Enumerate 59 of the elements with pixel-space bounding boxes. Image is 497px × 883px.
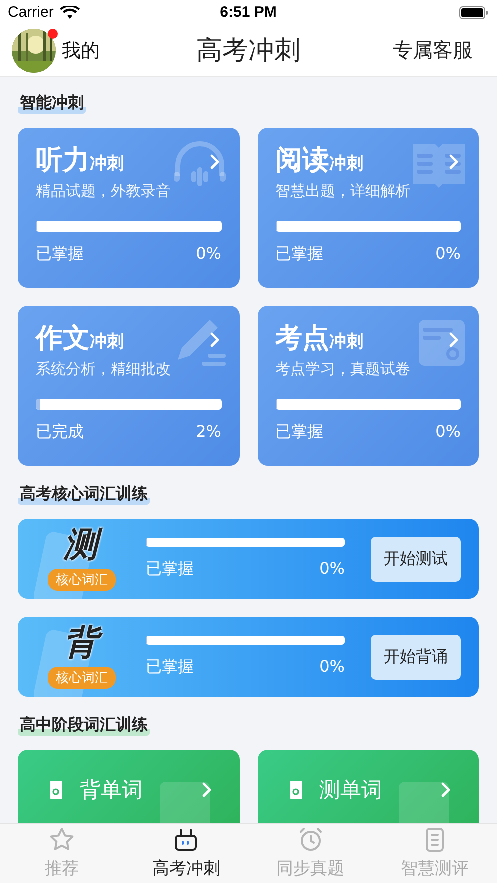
- book-icon: [288, 780, 304, 800]
- chevron-right-icon: [210, 332, 220, 348]
- emblem-character: 测: [62, 523, 104, 567]
- emblem-ribbon: 核心词汇: [48, 667, 116, 689]
- sprint-card[interactable]: 听力 冲刺 精品试题，外教录音 已掌握 0%: [18, 128, 240, 288]
- progress-label: 已掌握: [146, 657, 194, 678]
- progress-label: 已掌握: [36, 244, 84, 265]
- word-card[interactable]: 背单词: [18, 750, 240, 823]
- chevron-right-icon: [441, 782, 451, 798]
- card-title: 阅读冲刺: [276, 144, 364, 178]
- progress-percent: 0%: [436, 422, 461, 443]
- card-label: 背单词: [80, 777, 143, 804]
- book-icon: [48, 780, 64, 800]
- emblem-character: 背: [62, 621, 104, 665]
- wifi-icon: [60, 6, 80, 20]
- card-label: 测单词: [320, 777, 382, 804]
- section-title: 高中阶段词汇训练: [18, 715, 150, 736]
- sprint-card[interactable]: 作文冲刺 系统分析，精细批改 已完成 2%: [18, 306, 240, 466]
- tab[interactable]: 智慧测评: [372, 824, 497, 883]
- sprint-card[interactable]: 考点冲刺 考点学习，真题试卷 已掌握 0%: [258, 306, 479, 466]
- chevron-right-icon: [449, 332, 459, 348]
- chevron-right-icon: [210, 154, 220, 170]
- carrier-label: Carrier: [8, 4, 54, 21]
- card-description: 考点学习，真题试卷: [276, 360, 412, 379]
- start-button[interactable]: 开始测试: [371, 536, 461, 582]
- progress-label: 已掌握: [276, 422, 324, 443]
- service-link[interactable]: 专属客服: [393, 37, 473, 64]
- card-title: 考点冲刺: [276, 322, 364, 356]
- progress-label: 已掌握: [146, 559, 194, 580]
- card-title: 作文冲刺: [36, 322, 124, 356]
- status-time: 6:51 PM: [219, 4, 278, 21]
- star-icon: [49, 827, 76, 853]
- progress-percent: 0%: [320, 657, 345, 678]
- tab[interactable]: 推荐: [0, 824, 124, 883]
- card-title: 听力 冲刺: [36, 144, 124, 178]
- section-title: 高考核心词汇训练: [18, 484, 150, 505]
- card-description: 系统分析，精细批改: [36, 360, 172, 379]
- progress-percent: 0%: [436, 244, 461, 265]
- tab[interactable]: 同步真题: [248, 824, 373, 883]
- progress-label: 已完成: [36, 422, 84, 443]
- alarm-clock-icon: [298, 827, 324, 853]
- start-button[interactable]: 开始背诵: [371, 634, 461, 680]
- chevron-right-icon: [202, 782, 212, 798]
- robot-icon: [173, 827, 200, 853]
- progress-label: 已掌握: [276, 244, 324, 265]
- profile-link[interactable]: 我的: [62, 38, 100, 64]
- battery-icon: [459, 6, 489, 20]
- progress-percent: 2%: [196, 422, 222, 443]
- section-title: 智能冲刺: [18, 93, 86, 114]
- sprint-card[interactable]: 阅读冲刺 智慧出题，详细解析 已掌握 0%: [258, 128, 479, 288]
- progress-percent: 0%: [196, 244, 222, 265]
- page-title: 高考冲刺: [196, 35, 302, 68]
- tab[interactable]: 高考冲刺: [124, 824, 248, 883]
- chevron-right-icon: [449, 154, 459, 170]
- progress-percent: 0%: [320, 559, 345, 580]
- card-description: 智慧出题，详细解析: [276, 182, 412, 201]
- word-card[interactable]: 测单词: [258, 750, 479, 823]
- emblem-ribbon: 核心词汇: [48, 569, 116, 591]
- card-description: 精品试题，外教录音: [36, 182, 172, 201]
